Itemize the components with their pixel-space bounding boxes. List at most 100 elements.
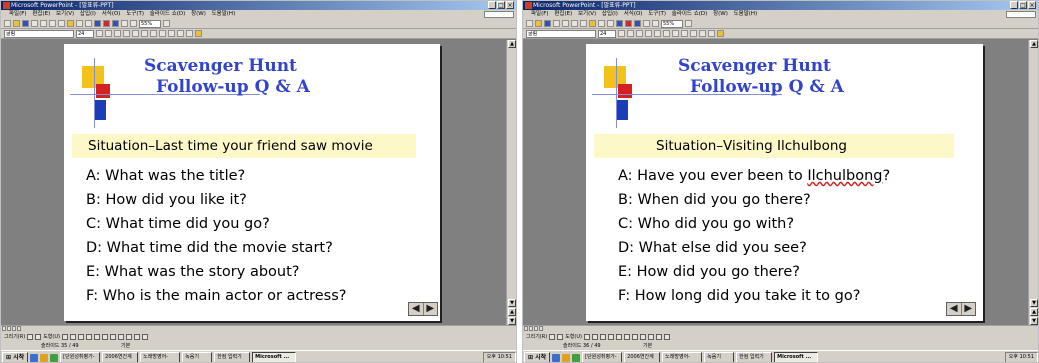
arrow-icon[interactable] [591, 334, 598, 340]
slide-canvas[interactable]: Scavenger Hunt Follow-up Q & A Situation… [586, 44, 983, 321]
open-icon[interactable] [13, 20, 20, 27]
autoshapes-menu[interactable]: 도형(U) [43, 332, 60, 342]
help-icon[interactable] [163, 20, 170, 27]
new-icon[interactable] [526, 20, 533, 27]
slide-sorter-icon[interactable] [534, 326, 538, 331]
oval-icon[interactable] [85, 334, 92, 340]
menu-help[interactable]: 도움말(H) [212, 11, 236, 17]
save-icon[interactable] [22, 20, 29, 27]
grayscale-icon[interactable] [130, 20, 137, 27]
slide-sorter-icon[interactable] [12, 326, 16, 331]
rectangle-icon[interactable] [77, 334, 84, 340]
bold-icon[interactable] [96, 30, 103, 37]
free-rotate-icon[interactable] [557, 334, 564, 340]
vertical-scrollbar[interactable]: ▲ ▼ ▲ ▼ [506, 40, 516, 325]
open-icon[interactable] [535, 20, 542, 27]
increase-font-icon[interactable] [177, 30, 184, 37]
outline-view-icon[interactable] [7, 326, 11, 331]
hyperlink-icon[interactable] [94, 20, 101, 27]
bullets-icon[interactable] [168, 30, 175, 37]
vertical-scrollbar[interactable]: ▲ ▼ ▲ ▼ [1028, 40, 1038, 325]
bold-icon[interactable] [618, 30, 625, 37]
help-search-box[interactable] [1006, 11, 1036, 18]
line-icon[interactable] [583, 334, 590, 340]
zoom-select[interactable]: 55% [661, 19, 683, 28]
task-button-4[interactable]: 녹음기 [182, 352, 213, 362]
slide-canvas[interactable]: Scavenger Hunt Follow-up Q & A Situation… [64, 44, 440, 321]
arrow-icon[interactable] [69, 334, 76, 340]
clipart-icon[interactable] [631, 334, 638, 340]
font-name-select[interactable]: 굴림 [4, 29, 74, 38]
rectangle-icon[interactable] [599, 334, 606, 340]
system-tray-clock[interactable]: 오후 10:51 [482, 352, 516, 362]
font-color-icon[interactable] [133, 334, 140, 340]
menu-file[interactable]: 파일(F) [531, 11, 549, 17]
autoshapes-menu[interactable]: 도형(U) [565, 332, 582, 342]
prev-slide-icon[interactable]: ◀ [409, 303, 424, 315]
align-right-icon[interactable] [672, 30, 679, 37]
prev-page-icon[interactable]: ▲ [508, 308, 516, 316]
redo-icon[interactable] [607, 20, 614, 27]
menu-window[interactable]: 창(W) [191, 11, 206, 17]
menu-insert[interactable]: 삽입(I) [602, 11, 618, 17]
shadow-icon[interactable] [645, 30, 652, 37]
task-button-3[interactable]: 노래방영어- [662, 352, 703, 362]
task-button-5[interactable]: 한컴 입력기 [736, 352, 773, 362]
slideshow-view-icon[interactable] [17, 326, 21, 331]
cut-icon[interactable] [571, 20, 578, 27]
clipart-icon[interactable] [109, 334, 116, 340]
menu-insert[interactable]: 삽입(I) [80, 11, 96, 17]
scroll-up-icon[interactable]: ▲ [1030, 40, 1038, 48]
chart-icon[interactable] [103, 20, 110, 27]
prev-slide-icon[interactable]: ◀ [947, 303, 962, 315]
align-right-icon[interactable] [150, 30, 157, 37]
table-icon[interactable] [634, 20, 641, 27]
folder-icon[interactable] [40, 353, 49, 362]
bullets-icon[interactable] [690, 30, 697, 37]
oval-icon[interactable] [607, 334, 614, 340]
menu-edit[interactable]: 편집(E) [32, 11, 50, 17]
task-button-2[interactable]: 2006연간계 [102, 352, 139, 362]
textbox-icon[interactable] [93, 334, 100, 340]
menu-view[interactable]: 보기(V) [578, 11, 596, 17]
task-button-5[interactable]: 한컴 입력기 [214, 352, 251, 362]
line-color-icon[interactable] [647, 334, 654, 340]
italic-icon[interactable] [627, 30, 634, 37]
free-rotate-icon[interactable] [35, 334, 42, 340]
shadow-icon[interactable] [123, 30, 130, 37]
scroll-down-icon[interactable]: ▼ [508, 299, 516, 307]
fill-color-icon[interactable] [639, 334, 646, 340]
numbering-icon[interactable] [681, 30, 688, 37]
align-left-icon[interactable] [654, 30, 661, 37]
font-color-icon[interactable] [655, 334, 662, 340]
maximize-icon[interactable]: □ [1019, 1, 1027, 9]
task-button-3[interactable]: 노래방영어- [140, 352, 181, 362]
start-button[interactable]: ⊞ 시작 [2, 352, 29, 362]
menu-edit[interactable]: 편집(E) [554, 11, 572, 17]
draw-menu[interactable]: 그리기(R) [526, 332, 547, 342]
next-page-icon[interactable]: ▼ [1030, 317, 1038, 325]
align-center-icon[interactable] [663, 30, 670, 37]
italic-icon[interactable] [105, 30, 112, 37]
menu-tools[interactable]: 도구(T) [126, 11, 144, 17]
print-icon[interactable] [31, 20, 38, 27]
system-tray-clock[interactable]: 오후 10:51 [1004, 352, 1038, 362]
copy-icon[interactable] [580, 20, 587, 27]
new-slide-icon[interactable] [643, 20, 650, 27]
help-icon[interactable] [685, 20, 692, 27]
line-style-icon[interactable] [663, 334, 670, 340]
zoom-select[interactable]: 55% [139, 19, 161, 28]
hyperlink-icon[interactable] [616, 20, 623, 27]
media-icon[interactable] [572, 353, 581, 362]
increase-font-icon[interactable] [699, 30, 706, 37]
menu-slideshow[interactable]: 슬라이드 쇼(D) [150, 11, 186, 17]
task-button-1[interactable]: [단원성취평가- [582, 352, 623, 362]
align-left-icon[interactable] [132, 30, 139, 37]
font-name-select[interactable]: 굴림 [526, 29, 596, 38]
menu-view[interactable]: 보기(V) [56, 11, 74, 17]
select-objects-icon[interactable] [27, 334, 34, 340]
spellcheck-icon[interactable] [40, 20, 47, 27]
close-icon[interactable]: × [1028, 1, 1036, 9]
minimize-icon[interactable]: _ [1010, 1, 1018, 9]
task-button-powerpoint[interactable]: Microsoft ... [774, 352, 819, 362]
